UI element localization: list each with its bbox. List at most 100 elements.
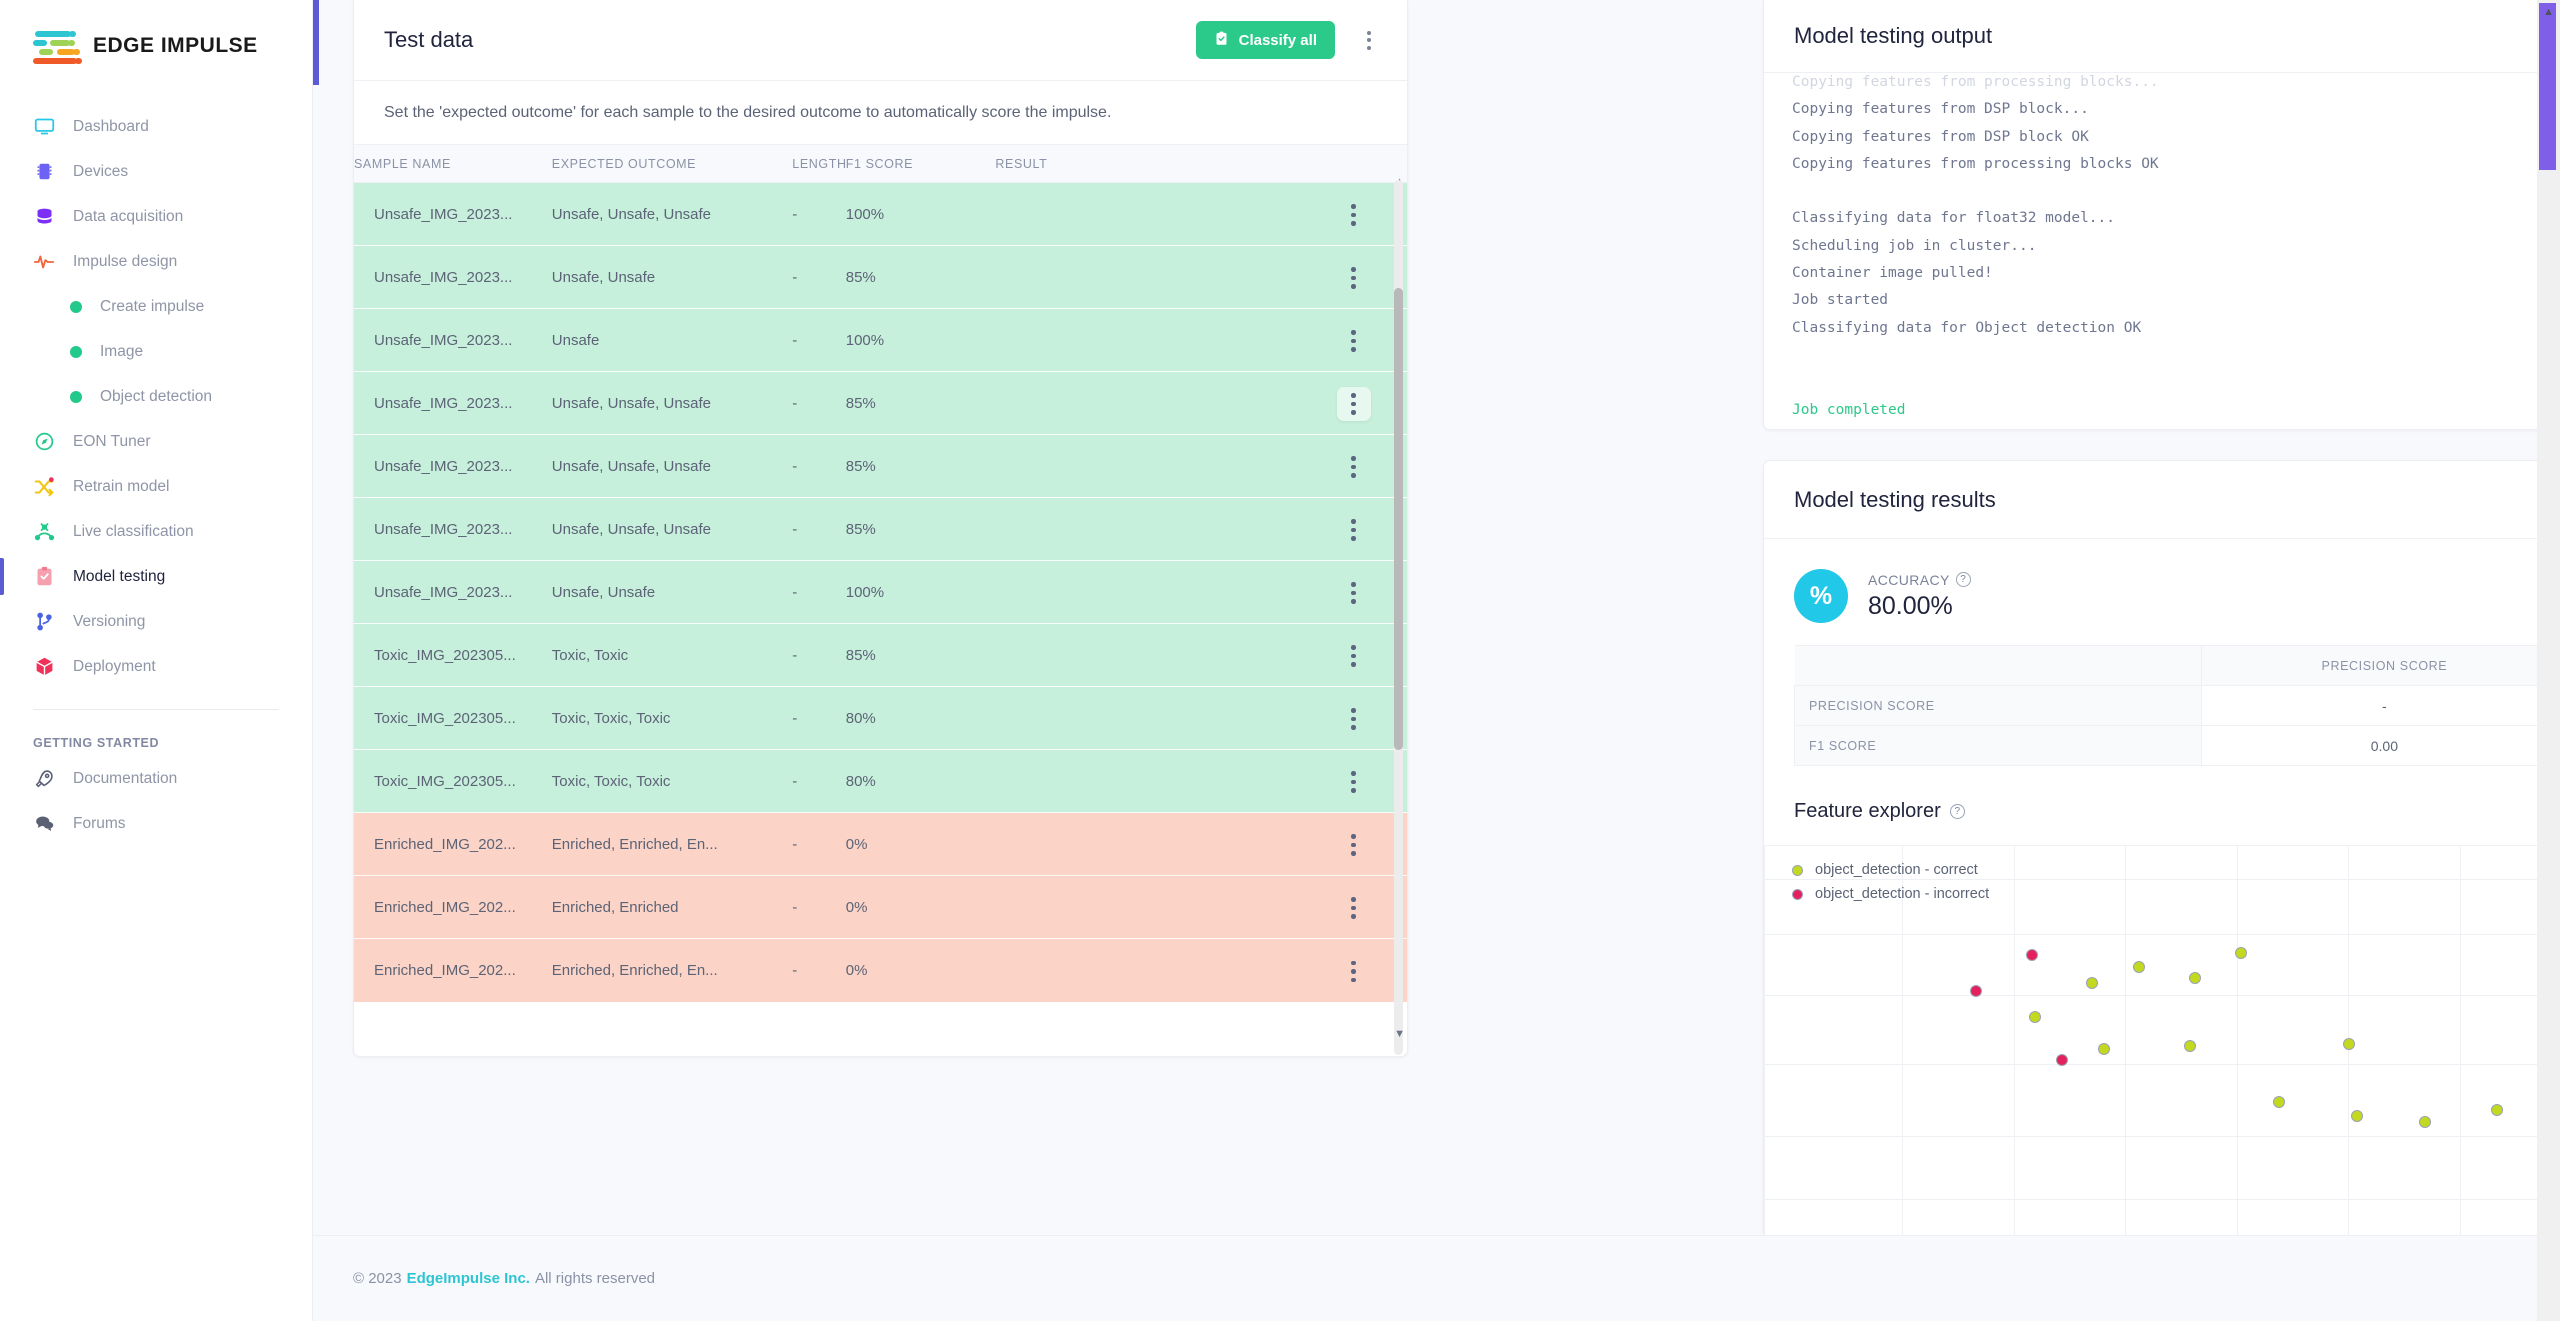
classify-all-button[interactable]: Classify all xyxy=(1196,21,1335,59)
table-row[interactable]: Unsafe_IMG_2023...Unsafe, Unsafe, Unsafe… xyxy=(354,435,1407,498)
sidebar-item-data-acquisition[interactable]: Data acquisition xyxy=(0,194,312,239)
footer-company-link[interactable]: EdgeImpulse Inc. xyxy=(407,1270,530,1287)
cell-expected-outcome[interactable]: Toxic, Toxic xyxy=(552,624,793,687)
table-row[interactable]: Toxic_IMG_202305...Toxic, Toxic, Toxic-8… xyxy=(354,687,1407,750)
cell-sample-name[interactable]: Toxic_IMG_202305... xyxy=(354,750,552,813)
cell-sample-name[interactable]: Unsafe_IMG_2023... xyxy=(354,183,552,246)
sidebar-item-devices[interactable]: Devices xyxy=(0,149,312,194)
cell-expected-outcome[interactable]: Unsafe, Unsafe, Unsafe xyxy=(552,183,793,246)
scatter-point[interactable] xyxy=(2419,1116,2431,1128)
table-scrollbar-thumb[interactable] xyxy=(1394,288,1403,750)
scatter-point[interactable] xyxy=(2491,1104,2503,1116)
cell-expected-outcome[interactable]: Unsafe xyxy=(552,309,793,372)
sidebar-item-create-impulse[interactable]: Create impulse xyxy=(0,284,312,329)
page-scrollbar-thumb[interactable] xyxy=(2539,3,2556,170)
scatter-point[interactable] xyxy=(2098,1043,2110,1055)
page-scrollbar-track[interactable] xyxy=(2537,0,2560,1321)
sidebar-item-live-classification[interactable]: Live classification xyxy=(0,509,312,554)
cell-sample-name[interactable]: Enriched_IMG_202... xyxy=(354,876,552,939)
cell-sample-name[interactable]: Unsafe_IMG_2023... xyxy=(354,498,552,561)
sidebar-item-deployment[interactable]: Deployment xyxy=(0,644,312,689)
scatter-point[interactable] xyxy=(2133,961,2145,973)
row-options-menu[interactable] xyxy=(1337,576,1371,610)
sidebar-item-documentation[interactable]: Documentation xyxy=(0,756,312,801)
page-scroll-up-arrow-icon[interactable]: ▲ xyxy=(2543,6,2554,18)
cell-expected-outcome[interactable]: Enriched, Enriched, En... xyxy=(552,939,793,1002)
cell-expected-outcome[interactable]: Toxic, Toxic, Toxic xyxy=(552,687,793,750)
table-row[interactable]: Unsafe_IMG_2023...Unsafe, Unsafe, Unsafe… xyxy=(354,498,1407,561)
table-row[interactable]: Enriched_IMG_202...Enriched, Enriched, E… xyxy=(354,939,1407,1002)
table-row[interactable]: Enriched_IMG_202...Enriched, Enriched, E… xyxy=(354,813,1407,876)
row-options-menu[interactable] xyxy=(1337,954,1371,988)
cell-sample-name[interactable]: Unsafe_IMG_2023... xyxy=(354,246,552,309)
cell-sample-name[interactable]: Unsafe_IMG_2023... xyxy=(354,435,552,498)
column-header-sample-name[interactable]: SAMPLE NAME xyxy=(354,145,552,183)
help-icon[interactable]: ? xyxy=(1950,804,1965,819)
row-options-menu[interactable] xyxy=(1337,324,1371,358)
scatter-point[interactable] xyxy=(2026,949,2038,961)
table-row[interactable]: Toxic_IMG_202305...Toxic, Toxic-85% xyxy=(354,624,1407,687)
column-header-result[interactable]: RESULT xyxy=(995,145,1300,183)
table-row[interactable]: Unsafe_IMG_2023...Unsafe, Unsafe-100% xyxy=(354,561,1407,624)
cell-sample-name[interactable]: Unsafe_IMG_2023... xyxy=(354,561,552,624)
cell-expected-outcome[interactable]: Enriched, Enriched, En... xyxy=(552,813,793,876)
model-testing-output-console[interactable]: Copying features from processing blocks.… xyxy=(1764,72,2560,430)
scatter-point[interactable] xyxy=(2235,947,2247,959)
scatter-point[interactable] xyxy=(2086,977,2098,989)
cell-expected-outcome[interactable]: Toxic, Toxic, Toxic xyxy=(552,750,793,813)
scatter-point[interactable] xyxy=(2189,972,2201,984)
sidebar-item-impulse-design[interactable]: Impulse design xyxy=(0,239,312,284)
cell-sample-name[interactable]: Enriched_IMG_202... xyxy=(354,813,552,876)
table-row[interactable]: Toxic_IMG_202305...Toxic, Toxic, Toxic-8… xyxy=(354,750,1407,813)
row-options-menu[interactable] xyxy=(1337,891,1371,925)
scatter-point[interactable] xyxy=(2056,1054,2068,1066)
row-options-menu[interactable] xyxy=(1337,702,1371,736)
row-options-menu[interactable] xyxy=(1337,765,1371,799)
table-row[interactable]: Unsafe_IMG_2023...Unsafe, Unsafe, Unsafe… xyxy=(354,183,1407,246)
scatter-point[interactable] xyxy=(2184,1040,2196,1052)
row-options-menu[interactable] xyxy=(1337,450,1371,484)
row-options-menu[interactable] xyxy=(1337,198,1371,232)
cell-sample-name[interactable]: Unsafe_IMG_2023... xyxy=(354,309,552,372)
sidebar-item-model-testing[interactable]: Model testing xyxy=(0,554,312,599)
cell-expected-outcome[interactable]: Unsafe, Unsafe, Unsafe xyxy=(552,435,793,498)
table-row[interactable]: Unsafe_IMG_2023...Unsafe, Unsafe, Unsafe… xyxy=(354,372,1407,435)
scatter-point[interactable] xyxy=(2343,1038,2355,1050)
sidebar-item-forums[interactable]: Forums xyxy=(0,801,312,846)
table-row[interactable]: Unsafe_IMG_2023...Unsafe, Unsafe-85% xyxy=(354,246,1407,309)
test-data-options-menu[interactable] xyxy=(1361,23,1377,58)
sidebar-item-object-detection[interactable]: Object detection xyxy=(0,374,312,419)
row-options-menu[interactable] xyxy=(1337,828,1371,862)
cell-expected-outcome[interactable]: Enriched, Enriched xyxy=(552,876,793,939)
cell-expected-outcome[interactable]: Unsafe, Unsafe xyxy=(552,561,793,624)
sidebar-item-dashboard[interactable]: Dashboard xyxy=(0,104,312,149)
cell-sample-name[interactable]: Toxic_IMG_202305... xyxy=(354,687,552,750)
sidebar-item-versioning[interactable]: Versioning xyxy=(0,599,312,644)
row-options-menu[interactable] xyxy=(1337,513,1371,547)
sidebar-item-image[interactable]: Image xyxy=(0,329,312,374)
row-options-menu[interactable] xyxy=(1337,387,1371,421)
sidebar-item-eon-tuner[interactable]: EON Tuner xyxy=(0,419,312,464)
column-header-length[interactable]: LENGTH xyxy=(792,145,845,183)
feature-explorer-chart[interactable]: object_detection - correctobject_detecti… xyxy=(1764,845,2560,1237)
table-scroll-down-arrow-icon[interactable]: ▼ xyxy=(1394,1028,1405,1040)
cell-expected-outcome[interactable]: Unsafe, Unsafe, Unsafe xyxy=(552,372,793,435)
sidebar-item-retrain-model[interactable]: Retrain model xyxy=(0,464,312,509)
scatter-point[interactable] xyxy=(2273,1096,2285,1108)
scatter-point[interactable] xyxy=(2351,1110,2363,1122)
row-options-menu[interactable] xyxy=(1337,261,1371,295)
scatter-point[interactable] xyxy=(2029,1011,2041,1023)
scatter-point[interactable] xyxy=(1970,985,1982,997)
cell-sample-name[interactable]: Unsafe_IMG_2023... xyxy=(354,372,552,435)
help-icon[interactable]: ? xyxy=(1956,572,1971,587)
legend-item[interactable]: object_detection - correct xyxy=(1792,858,1989,882)
row-options-menu[interactable] xyxy=(1337,639,1371,673)
legend-item[interactable]: object_detection - incorrect xyxy=(1792,882,1989,906)
column-header-f1-score[interactable]: F1 SCORE xyxy=(846,145,996,183)
column-header-expected-outcome[interactable]: EXPECTED OUTCOME xyxy=(552,145,793,183)
cell-sample-name[interactable]: Enriched_IMG_202... xyxy=(354,939,552,1002)
cell-expected-outcome[interactable]: Unsafe, Unsafe xyxy=(552,246,793,309)
cell-sample-name[interactable]: Toxic_IMG_202305... xyxy=(354,624,552,687)
cell-expected-outcome[interactable]: Unsafe, Unsafe, Unsafe xyxy=(552,498,793,561)
table-row[interactable]: Unsafe_IMG_2023...Unsafe-100% xyxy=(354,309,1407,372)
